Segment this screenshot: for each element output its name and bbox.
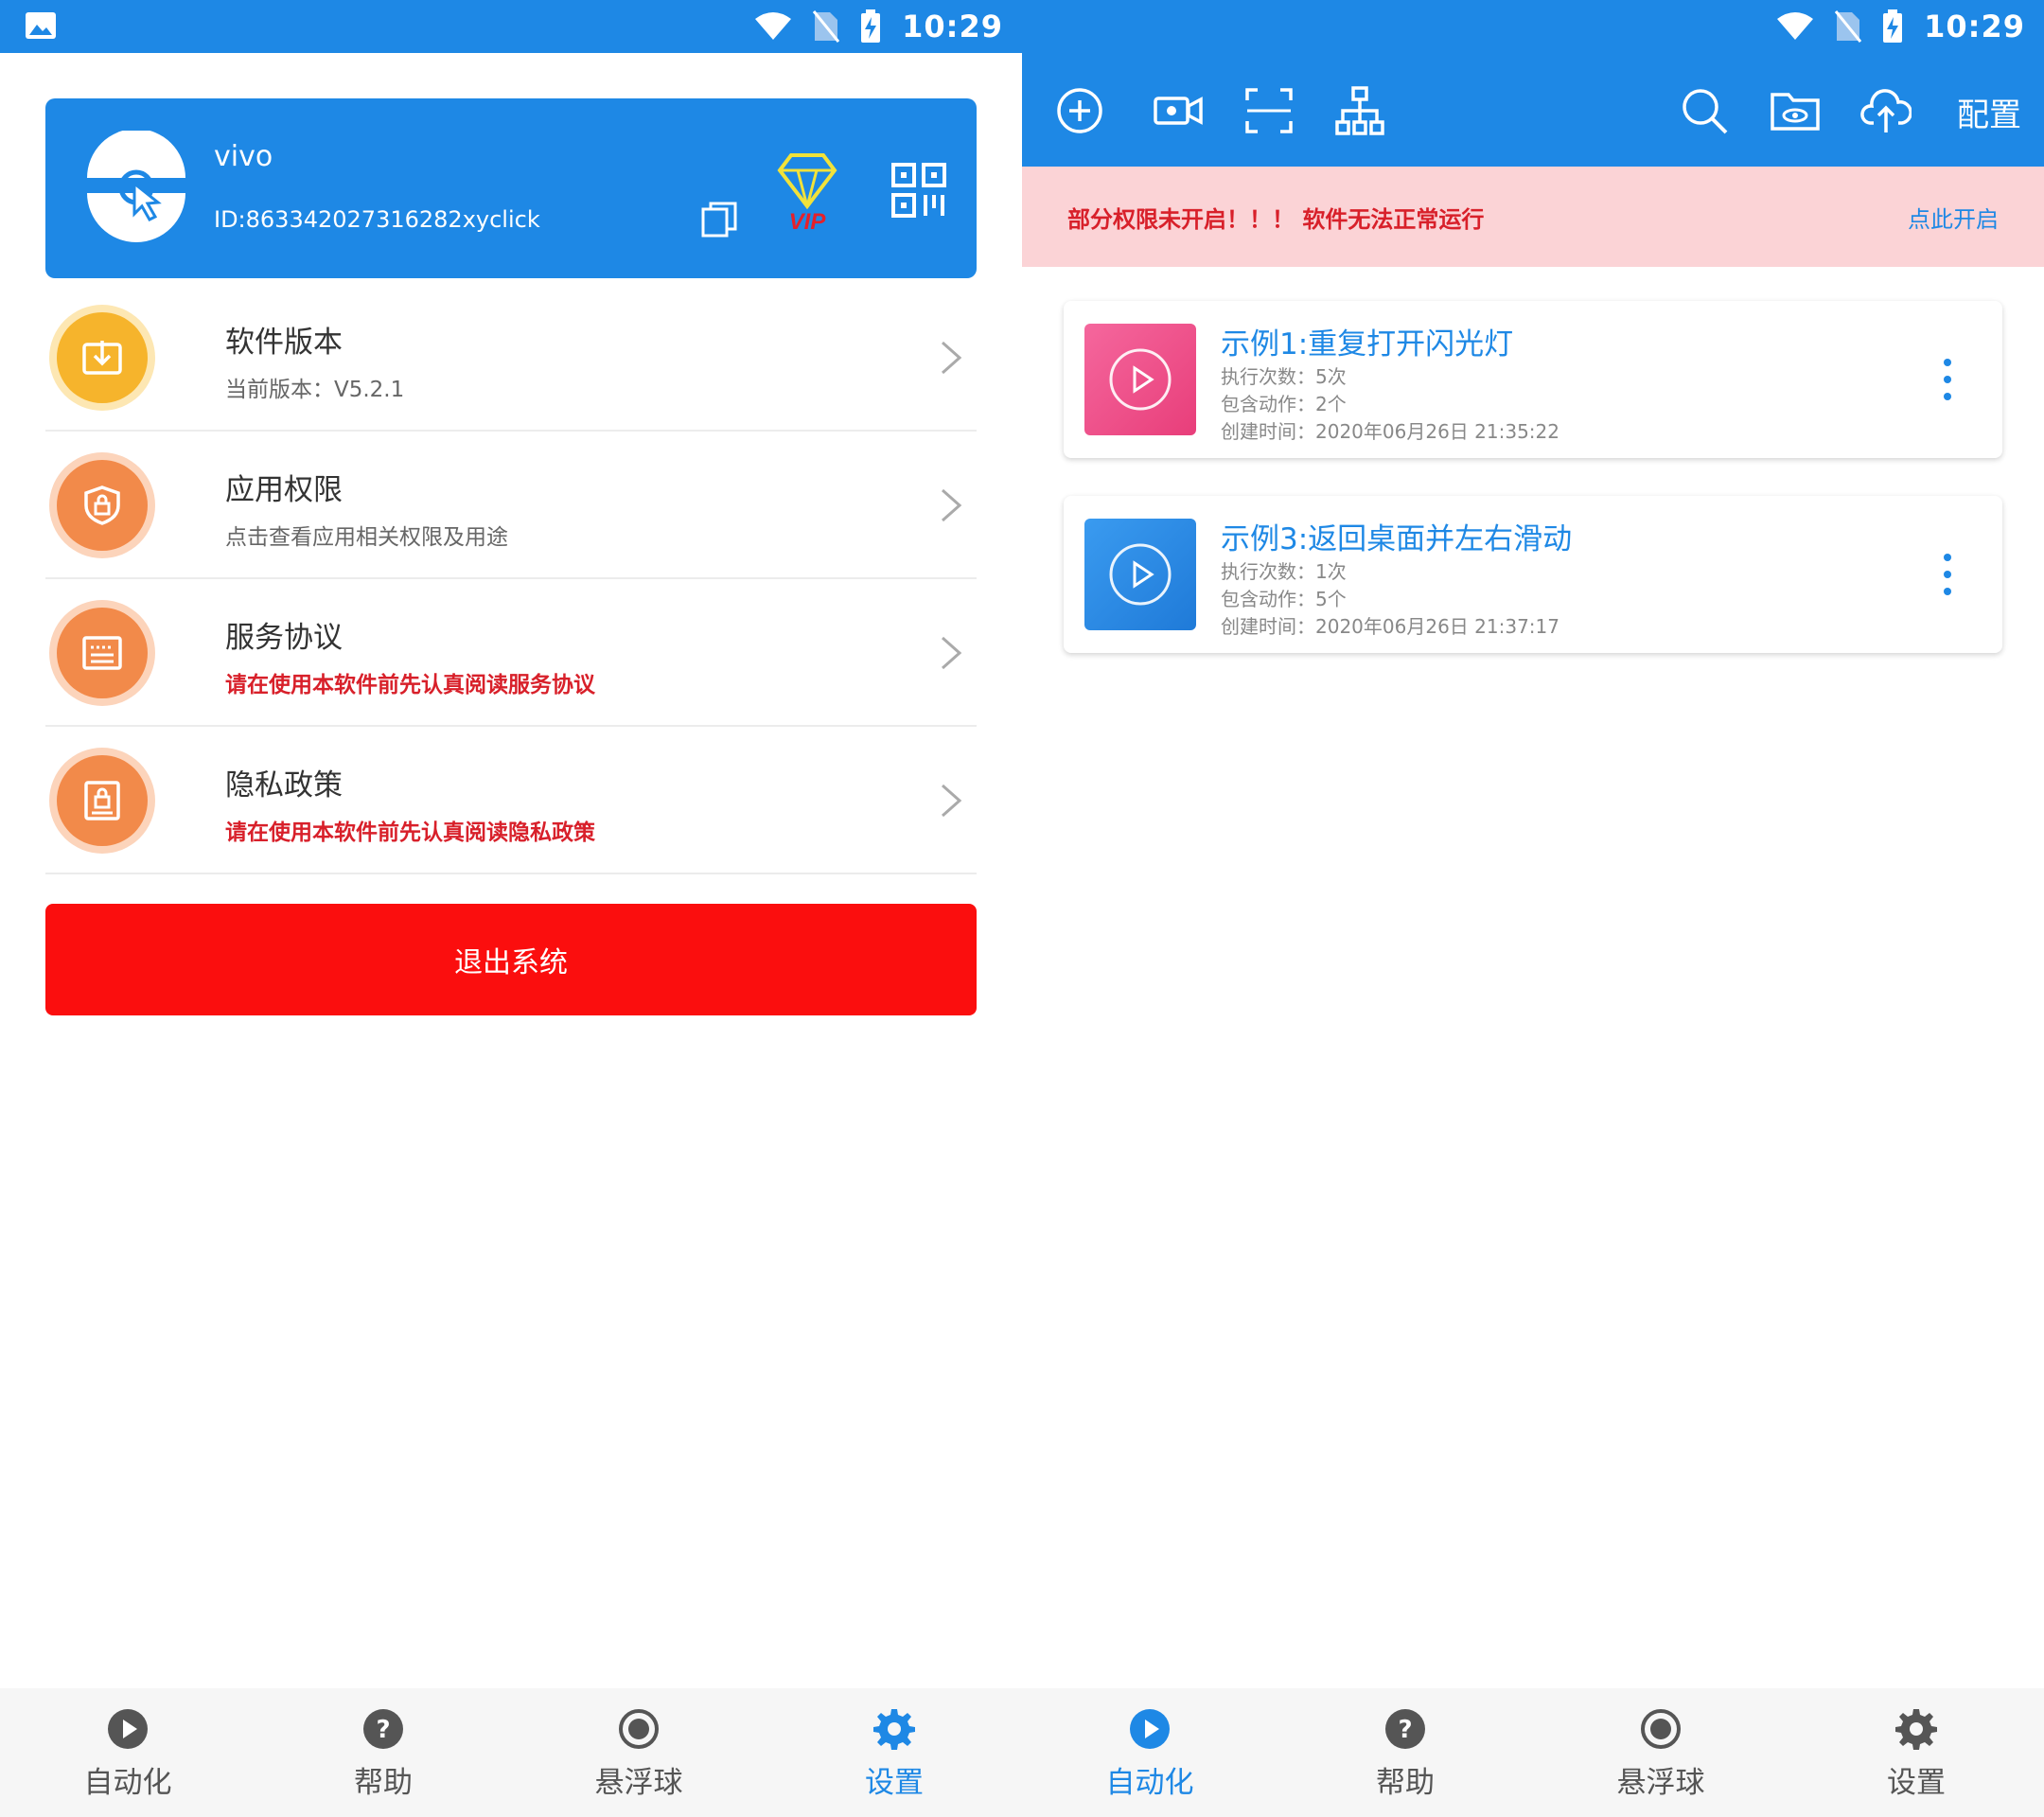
qr-code-icon[interactable] <box>891 163 946 218</box>
task-run-count: 执行次数：1次 <box>1221 560 1347 583</box>
video-record-icon[interactable] <box>1153 85 1204 136</box>
nav-float-ball[interactable]: 悬浮球 <box>511 1688 766 1817</box>
status-time: 10:29 <box>1924 9 2025 44</box>
help-icon: ? <box>1385 1709 1425 1749</box>
automation-screen: 10:29 配置 部分权限未开启！！！ 软件无法正常运行 点此开启 示例1:重复… <box>1022 0 2044 1817</box>
nav-label: 自动化 <box>83 1766 172 1800</box>
play-icon <box>1109 348 1172 411</box>
menu-item-service-agreement[interactable]: 服务协议 请在使用本软件前先认真阅读服务协议 <box>45 579 977 727</box>
nav-float-ball[interactable]: 悬浮球 <box>1533 1688 1788 1817</box>
nav-label: 设置 <box>1887 1766 1946 1800</box>
play-circle-icon <box>1130 1709 1170 1749</box>
nav-settings[interactable]: 设置 <box>766 1688 1022 1817</box>
no-sim-icon <box>1835 10 1862 43</box>
folder-view-icon[interactable] <box>1770 85 1821 136</box>
exit-button[interactable]: 退出系统 <box>45 904 977 1015</box>
config-button[interactable]: 配置 <box>1957 89 2021 135</box>
cloud-upload-icon[interactable] <box>1860 85 1912 136</box>
chevron-right-icon <box>942 488 962 522</box>
vip-diamond-icon[interactable]: VIP <box>774 151 840 235</box>
task-action-count: 包含动作：5个 <box>1221 588 1347 610</box>
task-title: 示例3:返回桌面并左右滑动 <box>1221 522 1573 556</box>
task-card[interactable]: 示例3:返回桌面并左右滑动 执行次数：1次 包含动作：5个 创建时间：2020年… <box>1064 496 2002 653</box>
no-sim-icon <box>813 10 840 43</box>
menu-item-permissions[interactable]: 应用权限 点击查看应用相关权限及用途 <box>45 432 977 579</box>
more-vertical-icon[interactable] <box>1942 356 1953 403</box>
shield-lock-icon <box>57 460 148 551</box>
svg-text:?: ? <box>1398 1716 1412 1744</box>
status-bar: 10:29 <box>0 0 1022 53</box>
wifi-icon <box>1777 12 1814 40</box>
nav-settings[interactable]: 设置 <box>1788 1688 2044 1817</box>
nav-label: 自动化 <box>1105 1766 1194 1800</box>
svg-text:?: ? <box>376 1716 390 1744</box>
help-icon: ? <box>363 1709 403 1749</box>
chevron-right-icon <box>942 341 962 375</box>
download-icon <box>57 312 148 403</box>
settings-screen: 10:29 vivo ID:86334202731​6282xyclick VI… <box>0 0 1022 1817</box>
copy-icon[interactable] <box>700 201 738 238</box>
battery-charging-icon <box>1883 9 1903 43</box>
nav-help[interactable]: ? 帮助 <box>256 1688 511 1817</box>
lock-doc-icon <box>57 755 148 846</box>
profile-card[interactable]: vivo ID:86334202731​6282xyclick VIP <box>45 98 977 278</box>
settings-menu: 软件版本 当前版本：V5.2.1 应用权限 点击查看应用相关权限及用途 服务协议… <box>45 284 977 874</box>
more-vertical-icon[interactable] <box>1942 551 1953 598</box>
profile-id: ID:86334202731​6282xyclick <box>214 206 540 233</box>
menu-subtitle: 点击查看应用相关权限及用途 <box>225 525 508 550</box>
bottom-nav: 自动化 ? 帮助 悬浮球 设置 <box>1022 1688 2044 1817</box>
document-icon <box>57 608 148 698</box>
menu-title: 隐私政策 <box>225 768 343 803</box>
enable-permissions-link[interactable]: 点此开启 <box>1908 201 1999 234</box>
nav-label: 悬浮球 <box>1616 1766 1705 1800</box>
status-time: 10:29 <box>902 9 1003 44</box>
wifi-icon <box>755 12 792 40</box>
nav-help[interactable]: ? 帮助 <box>1278 1688 1533 1817</box>
menu-item-privacy-policy[interactable]: 隐私政策 请在使用本软件前先认真阅读隐私政策 <box>45 727 977 874</box>
menu-subtitle: 请在使用本软件前先认真阅读隐私政策 <box>225 820 595 845</box>
chevron-right-icon <box>942 784 962 818</box>
menu-title: 服务协议 <box>225 621 343 655</box>
status-bar: 10:29 <box>1022 0 2044 53</box>
add-icon[interactable] <box>1054 85 1105 136</box>
toolbar: 配置 <box>1022 53 2044 167</box>
warning-text: 部分权限未开启！！！ 软件无法正常运行 <box>1067 206 1485 233</box>
play-circle-icon <box>108 1709 148 1749</box>
bottom-nav: 自动化 ? 帮助 悬浮球 设置 <box>0 1688 1022 1817</box>
nav-automation[interactable]: 自动化 <box>1022 1688 1278 1817</box>
nav-label: 帮助 <box>1376 1766 1435 1800</box>
profile-name: vivo <box>214 140 273 173</box>
gallery-icon <box>26 12 56 39</box>
gear-icon <box>1895 1709 1937 1750</box>
menu-title: 应用权限 <box>225 473 343 507</box>
hierarchy-icon[interactable] <box>1334 85 1385 136</box>
nav-label: 设置 <box>865 1766 924 1800</box>
play-icon <box>1109 543 1172 606</box>
task-action-count: 包含动作：2个 <box>1221 393 1347 415</box>
gear-icon <box>873 1709 915 1750</box>
task-run-count: 执行次数：5次 <box>1221 365 1347 388</box>
float-ball-icon <box>619 1709 659 1749</box>
search-icon[interactable] <box>1679 85 1730 136</box>
avatar <box>87 131 185 242</box>
svg-text:VIP: VIP <box>789 209 827 235</box>
task-thumbnail[interactable] <box>1084 519 1196 630</box>
nav-label: 帮助 <box>354 1766 413 1800</box>
task-card[interactable]: 示例1:重复打开闪光灯 执行次数：5次 包含动作：2个 创建时间：2020年06… <box>1064 301 2002 458</box>
menu-item-version[interactable]: 软件版本 当前版本：V5.2.1 <box>45 284 977 432</box>
chevron-right-icon <box>942 636 962 670</box>
menu-title: 软件版本 <box>225 326 343 360</box>
nav-automation[interactable]: 自动化 <box>0 1688 256 1817</box>
nav-label: 悬浮球 <box>594 1766 683 1800</box>
float-ball-icon <box>1641 1709 1681 1749</box>
scan-frame-icon[interactable] <box>1243 85 1295 136</box>
permission-warning-banner: 部分权限未开启！！！ 软件无法正常运行 点此开启 <box>1022 167 2044 267</box>
menu-subtitle: 请在使用本软件前先认真阅读服务协议 <box>225 673 595 697</box>
task-thumbnail[interactable] <box>1084 324 1196 435</box>
task-title: 示例1:重复打开闪光灯 <box>1221 327 1514 362</box>
task-created-time: 创建时间：2020年06月26日 21:35:22 <box>1221 420 1559 443</box>
battery-charging-icon <box>861 9 881 43</box>
task-created-time: 创建时间：2020年06月26日 21:37:17 <box>1221 615 1559 638</box>
menu-subtitle: 当前版本：V5.2.1 <box>225 378 405 402</box>
